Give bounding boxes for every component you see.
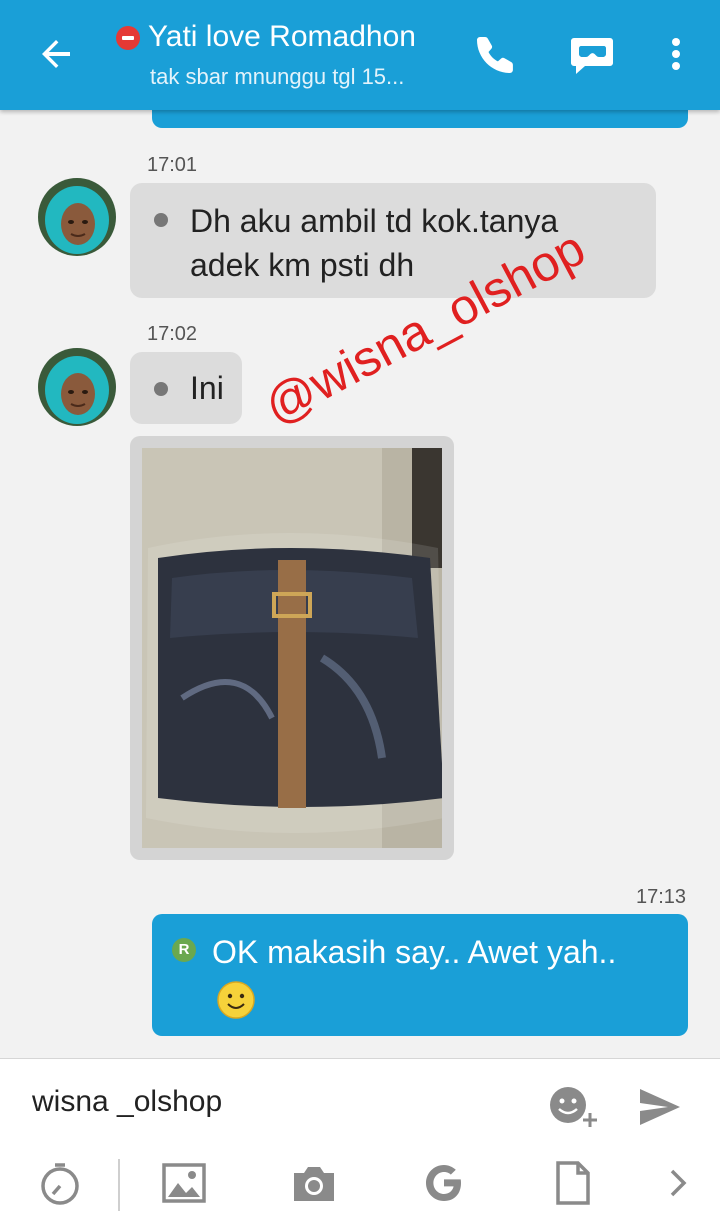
back-arrow-icon[interactable] [32, 30, 80, 78]
incoming-message-bubble[interactable]: Ini [130, 352, 242, 424]
contact-name[interactable]: Yati love Romadhon [148, 20, 416, 54]
message-bullet [154, 213, 168, 227]
app-header: Yati love Romadhon tak sbar mnunggu tgl … [0, 0, 720, 110]
image-icon[interactable] [160, 1159, 208, 1207]
message-timestamp: 17:01 [147, 154, 198, 176]
google-icon[interactable] [420, 1159, 468, 1207]
more-vert-icon[interactable] [652, 30, 700, 78]
photo-message[interactable] [130, 436, 454, 860]
toolbar-divider [118, 1159, 120, 1211]
contact-status-message: tak sbar mnunggu tgl 15... [150, 64, 405, 89]
bag-photo[interactable] [142, 448, 442, 848]
busy-status-icon [116, 26, 140, 50]
message-text: OK makasih say.. Awet yah.. [212, 934, 617, 970]
contact-avatar[interactable] [38, 348, 116, 426]
video-chat-icon[interactable] [568, 30, 616, 78]
phone-icon[interactable] [472, 30, 520, 78]
avatar-image [38, 348, 116, 426]
read-receipt-badge: R [172, 938, 196, 962]
outgoing-message-bubble[interactable]: R OK makasih say.. Awet yah.. [152, 914, 688, 1036]
timer-icon[interactable] [36, 1159, 84, 1207]
message-bullet [154, 382, 168, 396]
message-text-line: adek km psti dh [190, 247, 415, 283]
send-icon[interactable] [636, 1083, 684, 1131]
message-timestamp: 17:02 [147, 323, 198, 345]
camera-icon[interactable] [290, 1159, 338, 1207]
contact-avatar[interactable] [38, 178, 116, 256]
message-input[interactable] [32, 1085, 512, 1119]
message-text: Ini [190, 370, 224, 406]
file-icon[interactable] [548, 1159, 596, 1207]
message-text-line: Dh aku ambil td kok.tanya [190, 203, 559, 239]
message-timestamp: 17:13 [636, 886, 687, 908]
chevron-right-icon[interactable] [656, 1159, 704, 1207]
message-composer [0, 1058, 720, 1228]
smiley-emoji-icon [217, 981, 255, 1019]
avatar-image [38, 178, 116, 256]
emoji-add-icon[interactable] [546, 1083, 604, 1131]
